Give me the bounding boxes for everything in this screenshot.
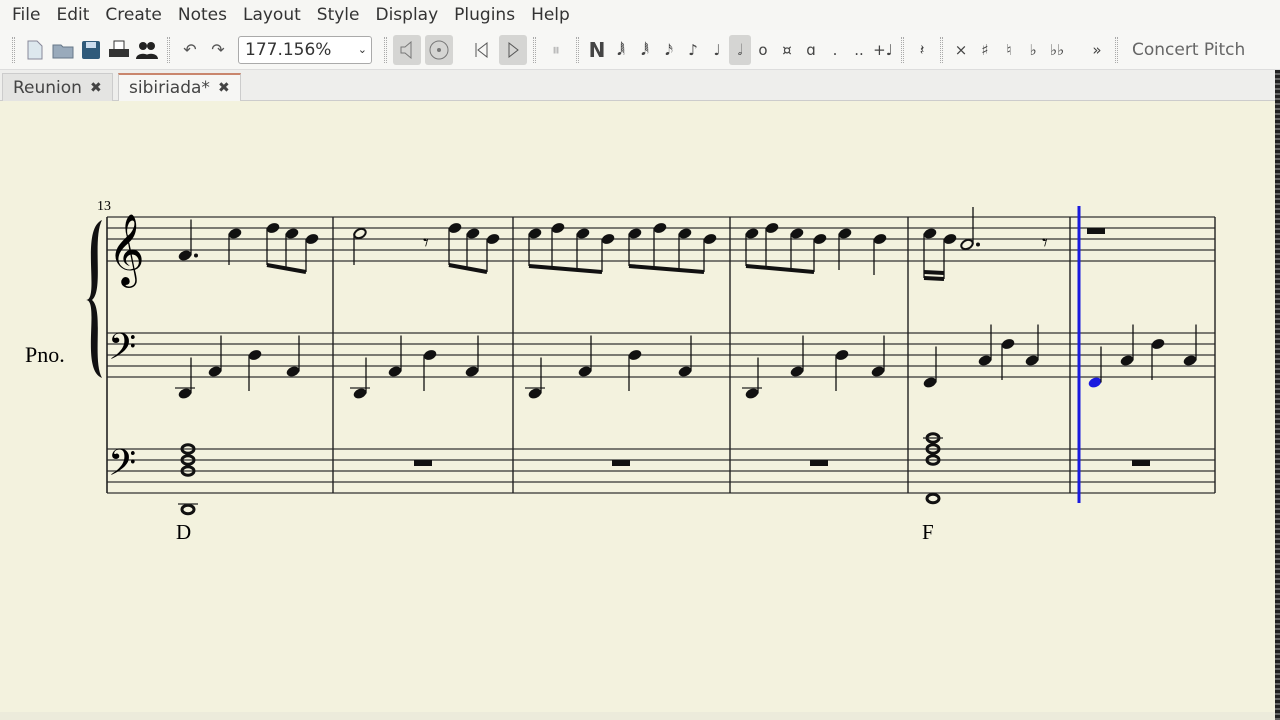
- save-icon[interactable]: [77, 35, 105, 65]
- longa-icon[interactable]: ɑ: [799, 41, 823, 59]
- play-icon[interactable]: [499, 34, 527, 65]
- close-icon[interactable]: ✖: [90, 80, 102, 96]
- menu-display[interactable]: Display: [367, 5, 446, 25]
- menu-create[interactable]: Create: [97, 5, 170, 25]
- tab-bar: Reunion ✖ sibiriada* ✖: [0, 70, 1275, 101]
- note-head[interactable]: [960, 238, 974, 251]
- toolbar-separator: [901, 36, 904, 63]
- dot-icon[interactable]: .: [823, 41, 847, 59]
- tab-sibiriada[interactable]: sibiriada* ✖: [118, 73, 241, 101]
- 32nd-note-icon[interactable]: 𝅘𝅥𝅱: [633, 41, 657, 59]
- score-canvas[interactable]: 13 Pno. D F 𝄞𝄢𝄢𝄾 𝄾: [0, 101, 1275, 712]
- menu-edit[interactable]: Edit: [48, 5, 97, 25]
- vertical-scrollbar[interactable]: [1275, 70, 1280, 720]
- menu-file[interactable]: File: [4, 5, 48, 25]
- collaborate-icon[interactable]: [133, 35, 161, 65]
- whole-note-icon[interactable]: o: [751, 41, 775, 59]
- tab-label: sibiriada*: [129, 78, 210, 98]
- note-head[interactable]: [925, 492, 941, 505]
- rewind-icon[interactable]: [467, 35, 495, 65]
- dot: [194, 253, 198, 258]
- natural-icon[interactable]: ♮: [997, 41, 1021, 59]
- toolbar-grip[interactable]: [12, 36, 15, 63]
- menu-plugins[interactable]: Plugins: [446, 5, 523, 25]
- redo-icon[interactable]: ↷: [204, 35, 232, 65]
- note-head[interactable]: [353, 227, 367, 240]
- tab-label: Reunion: [13, 77, 82, 98]
- toolbar-separator: [384, 36, 387, 63]
- eighth-rest: 𝄾: [423, 231, 429, 256]
- beam: [923, 270, 945, 275]
- flat-icon[interactable]: ♭: [1021, 41, 1045, 59]
- toolbar-separator: [576, 36, 579, 63]
- beam: [528, 264, 603, 274]
- eighth-rest: 𝄾: [1042, 231, 1048, 256]
- instrument-label: Pno.: [25, 342, 65, 367]
- toolbar: ↶ ↷ 177.156% ⌄ ⏸ N 𝅘𝅥𝅲 𝅘𝅥𝅱 𝅘𝅥𝅯 ♪ ♩ 𝅗𝅥 o ¤…: [0, 30, 1280, 70]
- menu-help[interactable]: Help: [523, 5, 578, 25]
- more-icon[interactable]: »: [1085, 41, 1109, 59]
- tab-reunion[interactable]: Reunion ✖: [2, 73, 113, 101]
- eighth-note-icon[interactable]: ♪: [681, 41, 705, 59]
- half-note-icon[interactable]: 𝅗𝅥: [729, 34, 751, 65]
- 16th-note-icon[interactable]: 𝅘𝅥𝅯: [657, 41, 681, 59]
- mute-icon[interactable]: [393, 34, 421, 65]
- whole-rest: [1132, 460, 1150, 466]
- beam: [628, 264, 705, 274]
- treble-clef: 𝄞: [108, 212, 145, 288]
- rest-icon[interactable]: 𝄽: [910, 41, 934, 59]
- menu-notes[interactable]: Notes: [170, 5, 235, 25]
- chord-symbol: F: [922, 520, 934, 544]
- menu-bar: File Edit Create Notes Layout Style Disp…: [0, 0, 1280, 30]
- double-dot-icon[interactable]: ..: [847, 41, 871, 59]
- breve-icon[interactable]: ¤: [775, 41, 799, 59]
- beam: [448, 263, 488, 274]
- note-input-button[interactable]: N: [585, 38, 609, 62]
- open-file-icon[interactable]: [49, 35, 77, 65]
- quarter-note-icon[interactable]: ♩: [705, 41, 729, 59]
- whole-rest: [1087, 228, 1105, 234]
- sharp-icon[interactable]: ♯: [973, 41, 997, 59]
- bass-clef: 𝄢: [108, 442, 136, 493]
- loop-icon[interactable]: ⏸: [542, 35, 570, 65]
- bass-clef: 𝄢: [108, 326, 136, 377]
- dot: [976, 242, 980, 247]
- whole-rest: [612, 460, 630, 466]
- brace: [86, 220, 102, 378]
- toolbar-separator: [167, 36, 170, 63]
- close-icon[interactable]: ✖: [218, 80, 230, 96]
- tie-icon[interactable]: +♩: [871, 41, 895, 59]
- menu-layout[interactable]: Layout: [235, 5, 309, 25]
- chord-symbol: D: [176, 520, 191, 544]
- undo-icon[interactable]: ↶: [176, 35, 204, 65]
- double-flat-icon[interactable]: ♭♭: [1045, 41, 1069, 59]
- beam: [923, 276, 945, 281]
- beam: [745, 264, 815, 274]
- 64th-note-icon[interactable]: 𝅘𝅥𝅲: [609, 41, 633, 59]
- zoom-combobox[interactable]: 177.156% ⌄: [238, 35, 372, 64]
- horizontal-scrollbar[interactable]: [0, 712, 1275, 720]
- note-head[interactable]: [180, 503, 196, 516]
- chevron-down-icon: ⌄: [357, 43, 367, 56]
- toolbar-separator: [533, 36, 536, 63]
- zoom-value: 177.156%: [245, 39, 332, 60]
- whole-rest: [810, 460, 828, 466]
- metronome-icon[interactable]: [425, 34, 453, 65]
- concert-pitch-button[interactable]: Concert Pitch: [1132, 40, 1245, 60]
- print-icon[interactable]: [105, 35, 133, 65]
- toolbar-separator: [1115, 36, 1118, 63]
- whole-rest: [414, 460, 432, 466]
- new-file-icon[interactable]: [21, 35, 49, 65]
- toolbar-separator: [940, 36, 943, 63]
- menu-style[interactable]: Style: [309, 5, 368, 25]
- double-sharp-icon[interactable]: ×: [949, 41, 973, 59]
